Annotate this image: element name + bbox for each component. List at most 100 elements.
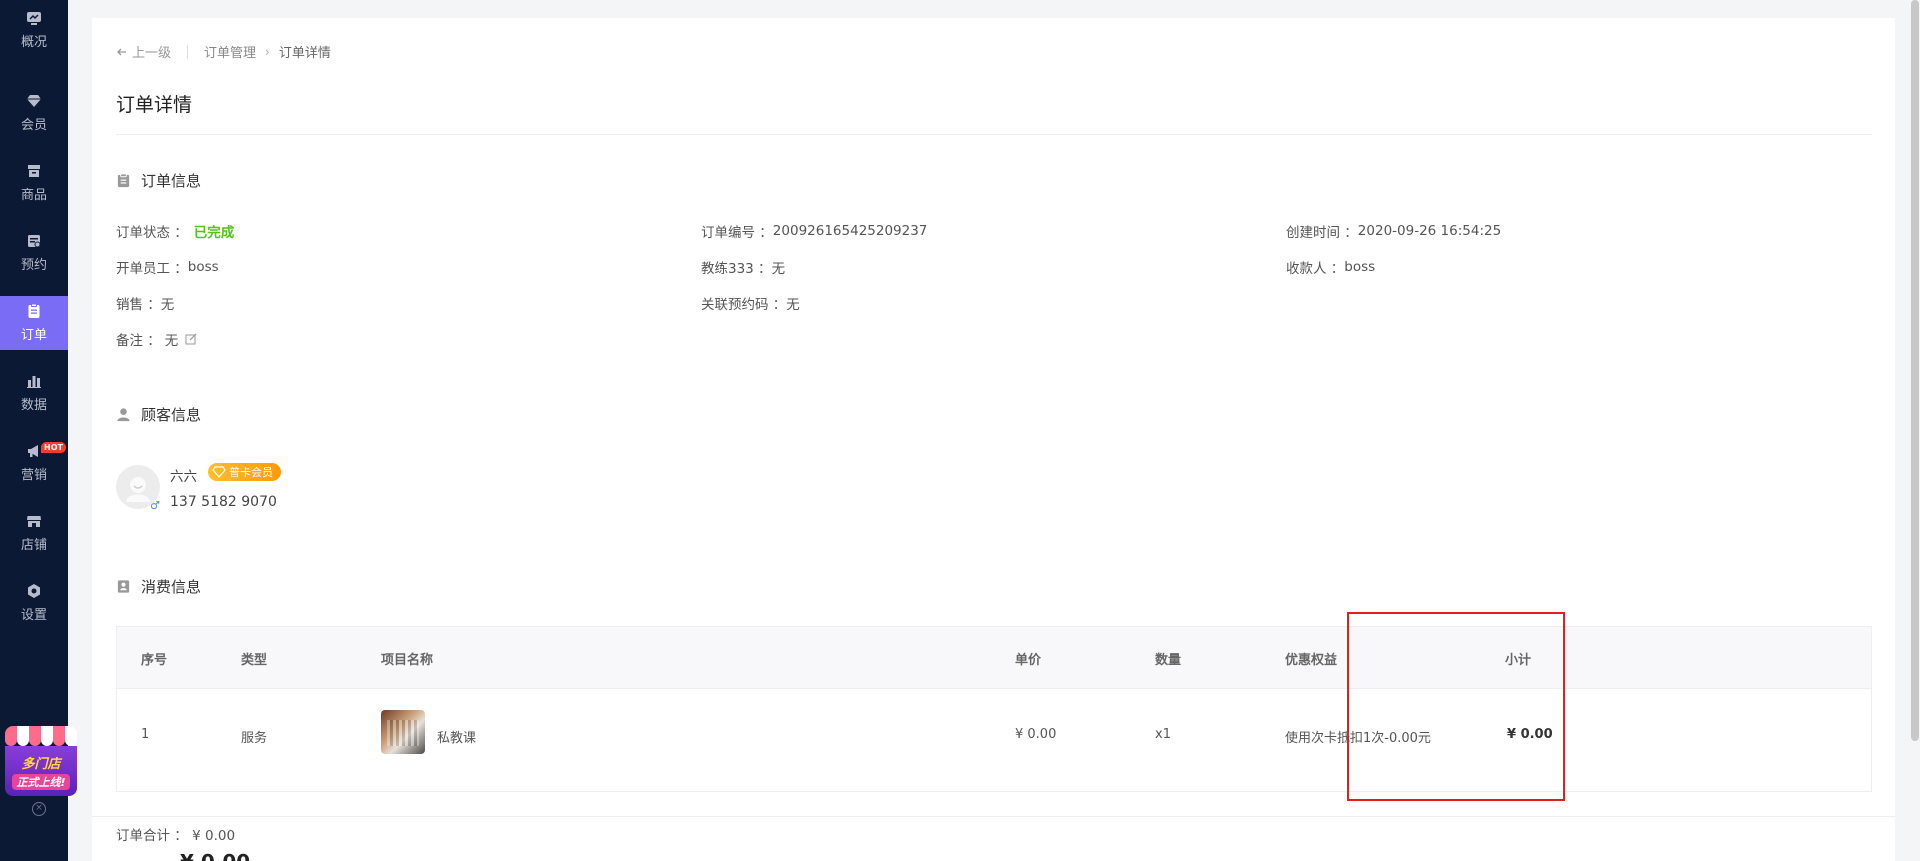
calendar-icon: [28, 235, 41, 248]
sidebar-item-data[interactable]: 数据: [0, 366, 68, 420]
field-label: 销售 ：: [116, 297, 161, 313]
sidebar-item-label: 商品: [20, 188, 47, 203]
field-label: 订单编号 ：: [701, 225, 773, 241]
field-label: 关联预约码 ：: [701, 297, 787, 313]
section-title: 顾客信息: [141, 406, 202, 424]
back-link-label: 上一级: [132, 46, 172, 61]
customer-phone: 137 5182 9070: [170, 494, 277, 510]
service-thumbnail: [381, 710, 425, 754]
order-info-heading: 订单信息: [116, 170, 201, 191]
gear-icon: [28, 584, 40, 598]
receipt-icon: [117, 580, 130, 593]
booking-code-value: 无: [786, 297, 800, 313]
sidebar-item-label: 店铺: [20, 538, 47, 553]
clipboard-icon: [117, 173, 130, 188]
promo-title: 多门店: [21, 756, 61, 772]
overview-icon: [27, 12, 41, 25]
field-label: 开单员工 ：: [116, 261, 188, 277]
field-label: 创建时间 ：: [1286, 225, 1358, 241]
sidebar-item-store[interactable]: 店铺: [0, 506, 68, 560]
field-label: 收款人 ：: [1286, 261, 1345, 277]
column-header-name: 项目名称: [381, 653, 434, 668]
store-icon: [27, 516, 41, 527]
hot-badge: HOT: [41, 442, 66, 453]
clipboard-icon: [28, 303, 40, 318]
customer-name: 六六: [170, 469, 197, 485]
table-header: 序号 类型 项目名称 单价 数量 优惠权益 小计: [117, 627, 1871, 689]
promo-close-icon[interactable]: ×: [32, 802, 46, 816]
sidebar-item-label: 营销: [20, 468, 47, 483]
breadcrumb-divider: [187, 44, 189, 59]
breadcrumb-parent[interactable]: 订单管理: [204, 42, 256, 61]
promo-subtitle: 正式上线!: [12, 773, 70, 790]
breadcrumb: 上一级 订单管理 › 订单详情: [116, 42, 331, 61]
sidebar-item-settings[interactable]: 设置: [0, 576, 68, 630]
title-divider: [116, 134, 1872, 135]
consumption-info-heading: 消费信息: [116, 576, 201, 597]
coach-field: 教练333 ： 无: [701, 257, 785, 277]
field-label: 订单状态 ：: [116, 225, 188, 241]
footer-divider: [92, 816, 1895, 817]
order-number-field: 订单编号 ： 200926165425209237: [701, 221, 927, 241]
sidebar-item-booking[interactable]: 预约: [0, 226, 68, 280]
box-icon: [28, 165, 40, 177]
row-price: ¥ 0.00: [1015, 727, 1057, 742]
row-type: 服务: [241, 731, 268, 746]
back-link[interactable]: 上一级: [116, 42, 171, 61]
chevron-right-icon: ›: [265, 44, 270, 59]
order-number-value: 200926165425209237: [772, 223, 928, 239]
remark-field: 备注 ： 无: [116, 329, 197, 349]
field-label: 教练333 ：: [701, 261, 772, 277]
sidebar-item-overview[interactable]: 概况: [0, 3, 68, 57]
megaphone-icon: [28, 445, 38, 457]
order-status-field: 订单状态 ： 已完成: [116, 221, 234, 241]
sidebar-item-label: 预约: [20, 258, 47, 273]
sidebar-item-label: 数据: [20, 398, 47, 413]
created-time-field: 创建时间 ： 2020-09-26 16:54:25: [1286, 221, 1501, 241]
coach-value: 无: [771, 261, 786, 277]
sidebar-item-orders[interactable]: 订单: [0, 296, 68, 350]
page-title: 订单详情: [116, 94, 193, 116]
field-label: 订单合计 ：: [116, 828, 188, 844]
customer-info-heading: 顾客信息: [116, 404, 201, 425]
bar-chart-icon: [27, 376, 41, 388]
sidebar-item-label: 设置: [20, 608, 47, 623]
row-qty: x1: [1155, 727, 1171, 742]
sidebar-item-label: 会员: [20, 118, 47, 133]
column-header-price: 单价: [1015, 653, 1042, 668]
sidebar-item-members[interactable]: 会员: [0, 86, 68, 140]
order-status-value: 已完成: [193, 225, 235, 241]
promo-body: 多门店 正式上线!: [5, 746, 77, 796]
sidebar-item-marketing[interactable]: HOT 营销: [0, 436, 68, 490]
staff-field: 开单员工 ： boss: [116, 257, 219, 277]
page-scrollbar[interactable]: [1911, 0, 1919, 741]
sidebar-item-products[interactable]: 商品: [0, 156, 68, 210]
gender-male-icon: ♂: [150, 499, 160, 512]
cashier-value: boss: [1344, 259, 1376, 275]
consumption-table: 序号 类型 项目名称 单价 数量 优惠权益 小计 1 服务 私教课 ¥ 0.00…: [116, 626, 1872, 792]
member-level-badge: 普卡会员: [208, 463, 281, 481]
section-title: 消费信息: [141, 578, 202, 596]
sales-field: 销售 ： 无: [116, 293, 174, 313]
paid-amount: ¥ 0.00: [180, 850, 250, 861]
user-avatar-icon: [126, 477, 150, 502]
breadcrumb-current: 订单详情: [278, 46, 331, 61]
multi-store-promo-banner[interactable]: 多门店 正式上线!: [5, 726, 77, 796]
column-header-qty: 数量: [1155, 653, 1182, 668]
field-label: 备注 ：: [116, 333, 161, 349]
staff-value: boss: [187, 259, 219, 275]
order-total-value: ¥ 0.00: [192, 828, 236, 844]
booking-code-field: 关联预约码 ： 无: [701, 293, 800, 313]
discount-highlight-box: [1347, 612, 1565, 801]
order-total-field: 订单合计 ： ¥ 0.00: [116, 824, 235, 844]
column-header-index: 序号: [141, 653, 168, 668]
sidebar-item-label: 订单: [20, 328, 47, 343]
edit-icon[interactable]: [185, 333, 197, 345]
sidebar-nav: 概况 会员 商品 预约 订单 数据 HOT 营销 店铺 设置 多门店 正式上线!…: [0, 0, 77, 861]
order-detail-panel: 上一级 订单管理 › 订单详情 订单详情 订单信息 订单状态 ： 已完成 订单编…: [92, 18, 1895, 861]
diamond-icon: [27, 95, 41, 107]
sales-value: 无: [160, 297, 175, 313]
promo-awning: [5, 726, 77, 746]
remark-value: 无: [164, 333, 179, 349]
sidebar-item-label: 概况: [20, 35, 47, 50]
